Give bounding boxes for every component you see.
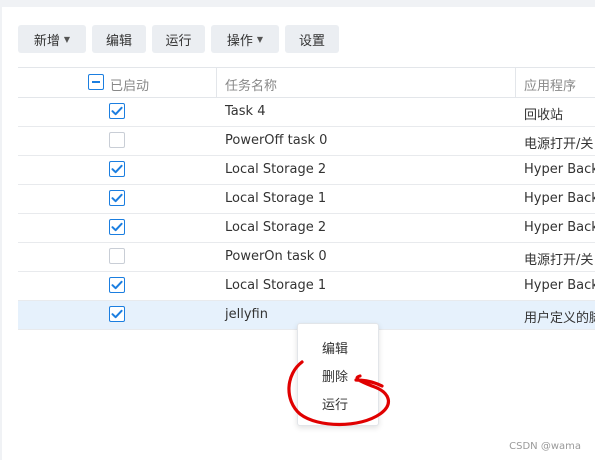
watermark: CSDN @wama: [509, 441, 581, 452]
enabled-checkbox[interactable]: [109, 103, 125, 119]
caret-down-icon: ▼: [256, 34, 264, 44]
enabled-checkbox[interactable]: [109, 132, 125, 148]
task-name-cell: PowerOff task 0: [225, 133, 328, 148]
task-table: 已启动 任务名称 应用程序 Task 4 回收站 PowerOff task 0…: [18, 67, 595, 330]
checkmark-icon: [111, 193, 123, 203]
task-name-cell: Local Storage 2: [225, 162, 327, 177]
application-cell: 用户定义的脚: [524, 311, 595, 326]
toolbar: 新增 ▼ 编辑 运行 操作 ▼ 设置: [18, 25, 345, 53]
enabled-checkbox[interactable]: [109, 219, 125, 235]
task-name-cell: Local Storage 2: [225, 220, 327, 235]
checkmark-icon: [111, 280, 123, 290]
context-menu-delete[interactable]: 删除: [322, 366, 348, 385]
table-row[interactable]: PowerOff task 0 电源打开/关: [18, 127, 595, 156]
window-left-border: [0, 7, 2, 460]
table-header: 已启动 任务名称 应用程序: [18, 67, 595, 98]
enabled-checkbox[interactable]: [109, 161, 125, 177]
enabled-checkbox[interactable]: [109, 306, 125, 322]
context-menu: 编辑 删除 运行: [297, 323, 379, 426]
column-divider: [216, 68, 217, 97]
context-menu-edit[interactable]: 编辑: [322, 338, 348, 357]
enabled-checkbox[interactable]: [109, 248, 125, 264]
checkmark-icon: [111, 222, 123, 232]
table-row[interactable]: Local Storage 2 Hyper Back: [18, 156, 595, 185]
task-name-cell: Local Storage 1: [225, 191, 327, 206]
table-row[interactable]: Local Storage 1 Hyper Back: [18, 185, 595, 214]
enabled-checkbox[interactable]: [109, 277, 125, 293]
application-cell: Hyper Back: [524, 220, 595, 235]
window-top-border: [0, 0, 595, 7]
caret-down-icon: ▼: [63, 34, 71, 44]
actions-button-label: 操作: [226, 33, 253, 49]
application-cell: Hyper Back: [524, 191, 595, 206]
context-menu-run[interactable]: 运行: [322, 394, 348, 413]
table-row[interactable]: Local Storage 1 Hyper Back: [18, 272, 595, 301]
application-cell: Hyper Back: [524, 162, 595, 177]
new-button-label: 新增: [33, 33, 60, 49]
table-row[interactable]: Task 4 回收站: [18, 98, 595, 127]
edit-button[interactable]: 编辑: [92, 25, 146, 53]
table-row[interactable]: PowerOn task 0 电源打开/关: [18, 243, 595, 272]
column-header-application[interactable]: 应用程序: [524, 75, 576, 94]
run-button[interactable]: 运行: [152, 25, 205, 53]
table-row[interactable]: Local Storage 2 Hyper Back: [18, 214, 595, 243]
application-cell: 回收站: [524, 108, 564, 123]
run-button-label: 运行: [165, 33, 192, 49]
task-name-cell: Local Storage 1: [225, 278, 327, 293]
select-all-checkbox[interactable]: [88, 74, 104, 90]
task-name-cell: PowerOn task 0: [225, 249, 327, 264]
edit-button-label: 编辑: [105, 33, 132, 49]
checkmark-icon: [111, 309, 123, 319]
column-header-task-name[interactable]: 任务名称: [225, 75, 277, 94]
task-name-cell: jellyfin: [225, 307, 268, 322]
column-header-enabled[interactable]: 已启动: [110, 75, 149, 94]
actions-dropdown-button[interactable]: 操作 ▼: [211, 25, 279, 53]
new-dropdown-button[interactable]: 新增 ▼: [18, 25, 86, 53]
application-cell: Hyper Back: [524, 278, 595, 293]
enabled-checkbox[interactable]: [109, 190, 125, 206]
column-divider: [515, 68, 516, 97]
settings-button[interactable]: 设置: [285, 25, 339, 53]
checkmark-icon: [111, 106, 123, 116]
application-cell: 电源打开/关: [524, 253, 594, 268]
checkmark-icon: [111, 164, 123, 174]
application-cell: 电源打开/关: [524, 137, 594, 152]
settings-button-label: 设置: [298, 33, 325, 49]
task-name-cell: Task 4: [225, 104, 266, 119]
minus-icon: [92, 81, 100, 83]
